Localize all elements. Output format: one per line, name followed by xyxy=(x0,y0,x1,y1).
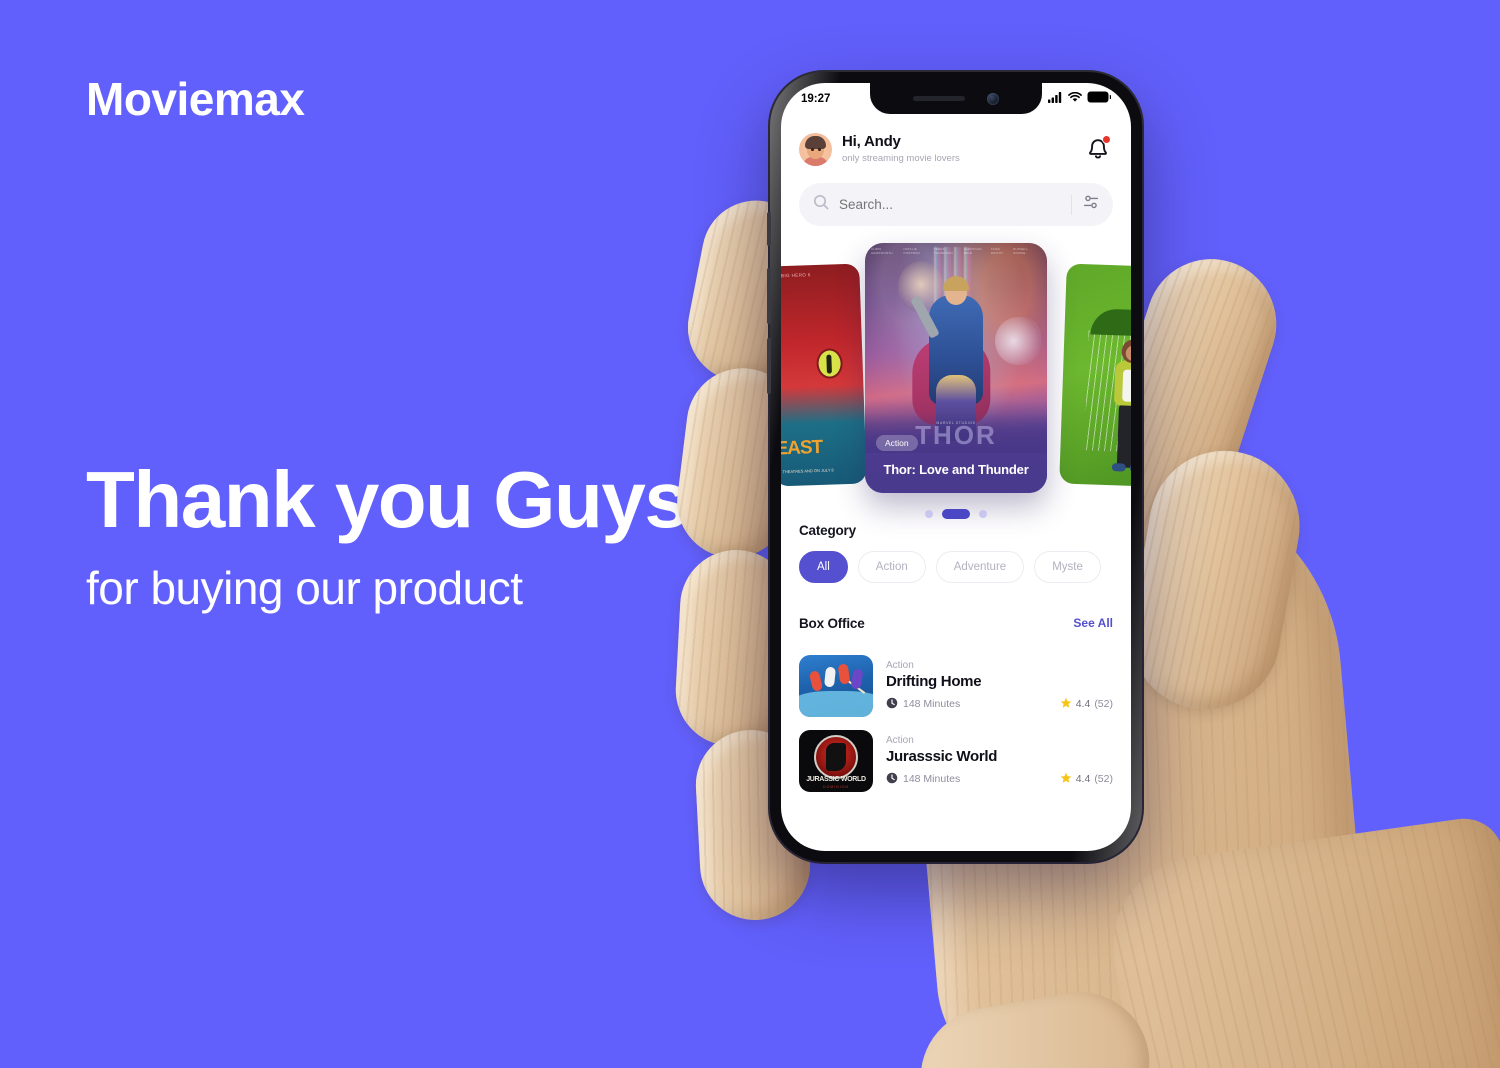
thumbnail-subtitle-text: DOMINION xyxy=(823,784,849,789)
star-icon xyxy=(1060,697,1072,712)
carousel-dot-1[interactable] xyxy=(925,510,933,518)
box-office-section-title: Box Office xyxy=(799,616,865,631)
carousel-poster-featured[interactable]: CHRIS HEMSWORTH NATALIE PORTMAN TESSA TH… xyxy=(865,243,1047,493)
credit-name: TAIKA WAITITI xyxy=(990,247,1004,255)
character-legs xyxy=(1116,401,1131,469)
credit-name: TESSA THOMPSON xyxy=(933,247,953,255)
carousel-poster-left[interactable]: A + BIG HERO 6 EAST IN THEATRES AND ON J… xyxy=(781,263,867,487)
avatar[interactable] xyxy=(799,132,832,166)
app-header: Hi, Andy only streaming movie lovers xyxy=(781,121,1131,177)
movie-rating: 4.4 (52) xyxy=(1060,772,1113,787)
movie-duration-text: 148 Minutes xyxy=(903,698,961,710)
carousel-dot-2-active[interactable] xyxy=(942,509,970,519)
notification-badge-dot xyxy=(1102,135,1111,144)
phone-mute-switch[interactable] xyxy=(767,212,771,246)
page-subtitle: for buying our product xyxy=(86,562,523,614)
credit-name: CHRIS HEMSWORTH xyxy=(871,247,893,255)
filter-sliders-icon[interactable] xyxy=(1083,194,1099,215)
category-chip-adventure[interactable]: Adventure xyxy=(935,551,1025,583)
search-input[interactable] xyxy=(839,197,1071,212)
category-chip-all[interactable]: All xyxy=(799,551,848,583)
movie-genre: Action xyxy=(886,734,914,746)
tagline-text: only streaming movie lovers xyxy=(842,153,960,165)
movie-info: Action Drifting Home 148 Minutes 4.4 (52… xyxy=(886,660,1113,712)
movie-title: Drifting Home xyxy=(886,672,982,690)
category-section-title: Category xyxy=(799,523,856,538)
battery-icon xyxy=(1087,91,1112,106)
left-poster-top-text: A + BIG HERO 6 xyxy=(781,272,811,279)
signal-bars-icon xyxy=(1048,91,1063,106)
category-chip-list[interactable]: All Action Adventure Myste xyxy=(799,551,1131,583)
thumbnail-title-text: JURASSIC WORLD xyxy=(806,775,866,783)
movie-review-count: (52) xyxy=(1094,773,1113,785)
carousel-dot-3[interactable] xyxy=(979,510,987,518)
genre-badge: Action xyxy=(876,435,918,451)
movie-duration: 148 Minutes xyxy=(886,772,960,787)
umbrella-icon xyxy=(1090,308,1131,337)
credit-name: CHRISTIAN BALE xyxy=(963,247,982,255)
greeting-text: Hi, Andy xyxy=(842,133,901,151)
movie-info: Action Jurasssic World 148 Minutes 4.4 (… xyxy=(886,735,1113,787)
category-chip-mystery[interactable]: Myste xyxy=(1034,551,1101,583)
carousel-poster-right[interactable] xyxy=(1059,263,1131,487)
movie-rating-value: 4.4 xyxy=(1075,698,1091,710)
poster-goat xyxy=(995,317,1041,365)
search-divider xyxy=(1071,194,1072,215)
poster-logo-text: THOR xyxy=(915,420,997,450)
phone-notch xyxy=(870,83,1042,114)
movie-duration-text: 148 Minutes xyxy=(903,773,961,785)
star-icon xyxy=(1060,772,1072,787)
see-all-link[interactable]: See All xyxy=(1073,616,1113,630)
greeting-block: Hi, Andy only streaming movie lovers xyxy=(842,133,1073,164)
credit-name: RUSSELL CROWE xyxy=(1013,247,1028,255)
movie-thumbnail[interactable] xyxy=(799,654,873,717)
credit-name: NATALIE PORTMAN xyxy=(903,247,920,255)
character-shoe-left xyxy=(1111,463,1126,472)
movie-rating: 4.4 (52) xyxy=(1060,697,1113,712)
movie-genre: Action xyxy=(886,659,914,671)
movie-title: Jurasssic World xyxy=(886,747,998,765)
featured-carousel[interactable]: A + BIG HERO 6 EAST IN THEATRES AND ON J… xyxy=(781,243,1131,519)
clock-icon xyxy=(886,772,898,787)
movie-rating-value: 4.4 xyxy=(1075,773,1091,785)
movie-duration: 148 Minutes xyxy=(886,697,960,712)
poster-credits: CHRIS HEMSWORTH NATALIE PORTMAN TESSA TH… xyxy=(865,247,1047,256)
earpiece-speaker xyxy=(913,96,965,101)
movie-meta: 148 Minutes 4.4 (52) xyxy=(886,772,1113,787)
box-office-list: Action Drifting Home 148 Minutes 4.4 (52… xyxy=(799,648,1113,798)
character-shoe-right xyxy=(1129,463,1131,473)
category-chip-action[interactable]: Action xyxy=(857,551,926,583)
featured-movie-title: Thor: Love and Thunder xyxy=(883,462,1029,477)
front-camera-icon xyxy=(987,92,999,105)
status-time: 19:27 xyxy=(801,92,831,105)
table-row[interactable]: JURASSIC WORLD DOMINION Action Jurasssic… xyxy=(799,723,1113,798)
movie-thumbnail[interactable]: JURASSIC WORLD DOMINION xyxy=(799,729,873,792)
phone-volume-up-button[interactable] xyxy=(767,268,771,324)
clock-icon xyxy=(886,697,898,712)
left-poster-title: EAST xyxy=(781,436,823,460)
search-bar[interactable] xyxy=(799,183,1113,226)
character-shirt xyxy=(1122,369,1131,403)
wifi-icon xyxy=(1068,91,1082,106)
phone-volume-down-button[interactable] xyxy=(767,338,771,394)
carousel-dots[interactable] xyxy=(781,509,1131,519)
phone-mockup: 19:27 Hi, Andy only streaming movie love… xyxy=(767,72,1142,862)
table-row[interactable]: Action Drifting Home 148 Minutes 4.4 (52… xyxy=(799,648,1113,723)
movie-meta: 148 Minutes 4.4 (52) xyxy=(886,697,1113,712)
notification-bell-icon[interactable] xyxy=(1083,134,1113,164)
movie-review-count: (52) xyxy=(1094,698,1113,710)
phone-screen: 19:27 Hi, Andy only streaming movie love… xyxy=(781,83,1131,851)
sea-beast-pupil-icon xyxy=(826,354,832,374)
search-icon xyxy=(813,194,829,215)
brand-logo: Moviemax xyxy=(86,73,305,125)
left-poster-bottom-text: IN THEATRES AND ON JULY 8 xyxy=(781,467,834,475)
